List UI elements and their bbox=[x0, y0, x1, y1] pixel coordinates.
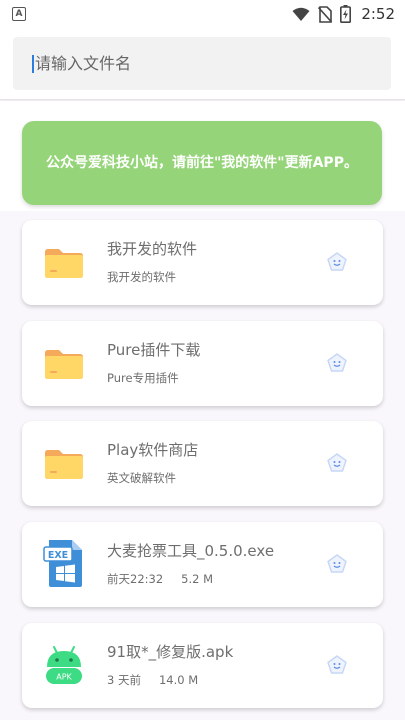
status-icons: 2:52 bbox=[292, 5, 395, 23]
file-title: Pure插件下载 bbox=[107, 341, 201, 359]
file-meta: 前天22:32 5.2 M bbox=[107, 571, 213, 587]
list-item[interactable]: 我开发的软件 我开发的软件 bbox=[22, 220, 383, 305]
smile-pentagon-icon[interactable] bbox=[325, 351, 349, 375]
file-subtitle: 我开发的软件 bbox=[107, 270, 176, 284]
smile-pentagon-icon[interactable] bbox=[325, 653, 349, 677]
smile-pentagon-icon[interactable] bbox=[325, 250, 349, 274]
file-subtitle: 英文破解软件 bbox=[107, 471, 176, 485]
battery-charging-icon bbox=[340, 5, 352, 23]
file-size: 5.2 M bbox=[181, 572, 214, 586]
status-bar: A 2:52 bbox=[0, 0, 405, 28]
wifi-icon bbox=[292, 7, 310, 21]
file-date: 前天22:32 bbox=[107, 572, 164, 586]
search-header bbox=[0, 28, 405, 100]
text-caret bbox=[32, 54, 34, 73]
svg-text:APK: APK bbox=[56, 673, 72, 682]
folder-icon bbox=[45, 350, 83, 379]
update-notice-banner[interactable]: 公众号爱科技小站，请前往"我的软件"更新APP。 bbox=[22, 121, 382, 205]
smile-pentagon-icon[interactable] bbox=[325, 552, 349, 576]
folder-icon bbox=[45, 249, 83, 278]
file-title: 91取*_修复版.apk bbox=[107, 643, 234, 661]
search-input[interactable] bbox=[35, 54, 355, 73]
file-title: 我开发的软件 bbox=[107, 240, 198, 258]
folder-icon bbox=[45, 450, 83, 479]
apk-file-icon: APK bbox=[46, 646, 82, 684]
no-sim-icon bbox=[318, 5, 333, 23]
list-item[interactable]: Play软件商店 英文破解软件 bbox=[22, 421, 383, 506]
list-item[interactable]: Pure插件下载 Pure专用插件 bbox=[22, 321, 383, 406]
file-subtitle: Pure专用插件 bbox=[107, 371, 179, 385]
file-title: Play软件商店 bbox=[107, 441, 199, 459]
list-item[interactable]: EXE 大麦抢票工具_0.5.0.exe 前天22:32 5.2 M bbox=[22, 522, 383, 607]
clock: 2:52 bbox=[361, 5, 395, 23]
file-title: 大麦抢票工具_0.5.0.exe bbox=[107, 542, 275, 560]
file-meta: 3 天前 14.0 M bbox=[107, 672, 198, 688]
svg-text:EXE: EXE bbox=[48, 550, 68, 561]
file-date: 3 天前 bbox=[107, 673, 141, 687]
banner-area: 公众号爱科技小站，请前往"我的软件"更新APP。 bbox=[0, 101, 405, 211]
file-size: 14.0 M bbox=[158, 673, 199, 687]
smile-pentagon-icon[interactable] bbox=[325, 451, 349, 475]
exe-file-icon: EXE bbox=[43, 540, 82, 587]
list-item[interactable]: APK 91取*_修复版.apk 3 天前 14.0 M bbox=[22, 623, 383, 708]
search-box[interactable] bbox=[13, 37, 391, 90]
a-notification-icon: A bbox=[12, 7, 26, 21]
banner-text: 公众号爱科技小站，请前往"我的软件"更新APP。 bbox=[46, 155, 358, 171]
